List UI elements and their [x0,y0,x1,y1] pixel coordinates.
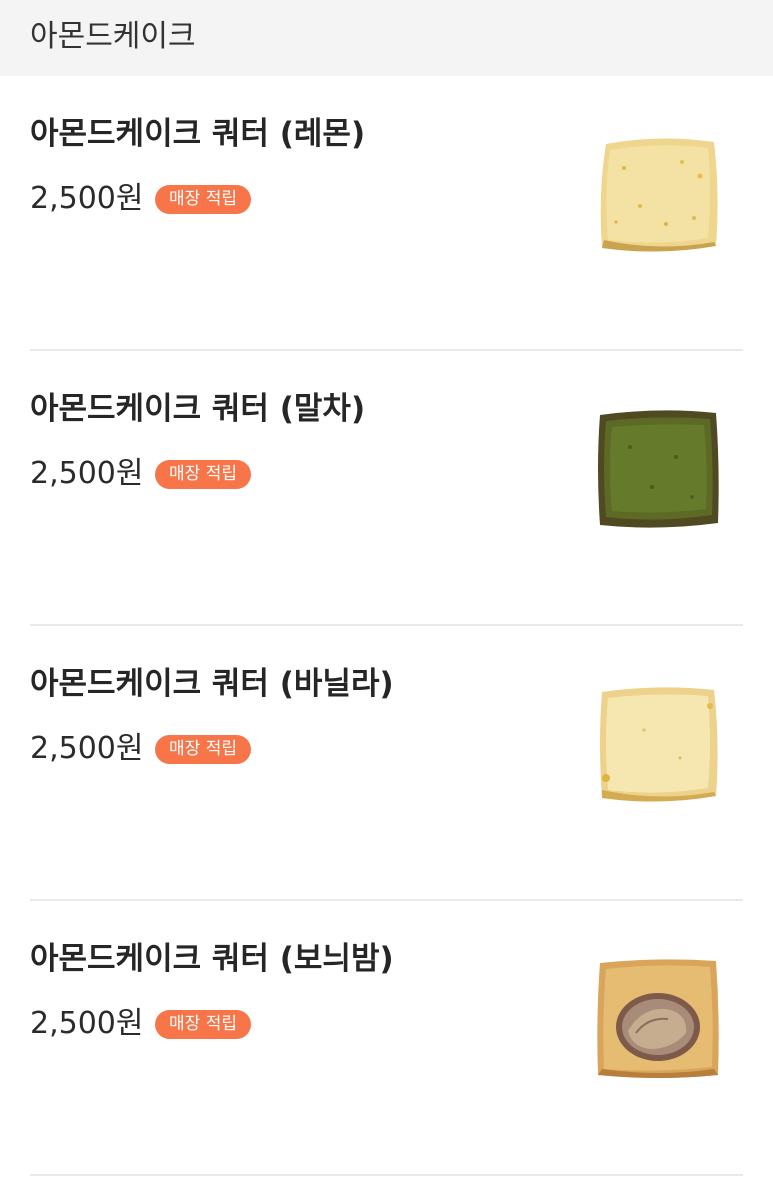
category-title: 아몬드케이크 [30,19,196,54]
category-header: 아몬드케이크 [0,0,773,76]
menu-item-lemon[interactable]: 아몬드케이크 쿼터 (레몬) 2,500원 매장 적립 [0,76,773,351]
matcha-cake-image [598,410,719,528]
vanilla-cake-image [600,687,718,802]
menu-item-vanilla[interactable]: 아몬드케이크 쿼터 (바닐라) 2,500원 매장 적립 [0,626,773,901]
lemon-cake-thumbnail[interactable] [596,132,720,254]
point-badge: 매장 적립 [155,460,251,489]
menu-item-matcha[interactable]: 아몬드케이크 쿼터 (말차) 2,500원 매장 적립 [0,351,773,626]
divider [30,1174,743,1176]
vanilla-cake-thumbnail[interactable] [596,682,720,804]
menu-item-price: 2,500원 [30,456,144,491]
menu-item-price: 2,500원 [30,181,144,216]
menu-item-price: 2,500원 [30,731,144,766]
matcha-cake-thumbnail[interactable] [596,407,720,529]
menu-item-name: 아몬드케이크 쿼터 (보늬밤) [30,941,394,977]
point-badge: 매장 적립 [155,1010,251,1039]
menu-item-chestnut[interactable]: 아몬드케이크 쿼터 (보늬밤) 2,500원 매장 적립 [0,901,773,1176]
menu-item-price: 2,500원 [30,1006,144,1041]
menu-item-name: 아몬드케이크 쿼터 (레몬) [30,116,366,152]
lemon-cake-image [600,138,718,252]
menu-list: 아몬드케이크 쿼터 (레몬) 2,500원 매장 적립 아몬드케이크 쿼터 (말… [0,76,773,1176]
chestnut-cake-thumbnail[interactable] [596,957,720,1079]
menu-item-name: 아몬드케이크 쿼터 (말차) [30,391,366,427]
menu-item-name: 아몬드케이크 쿼터 (바닐라) [30,666,394,702]
point-badge: 매장 적립 [155,185,251,214]
chestnut-cake-image [597,959,719,1078]
point-badge: 매장 적립 [155,735,251,764]
